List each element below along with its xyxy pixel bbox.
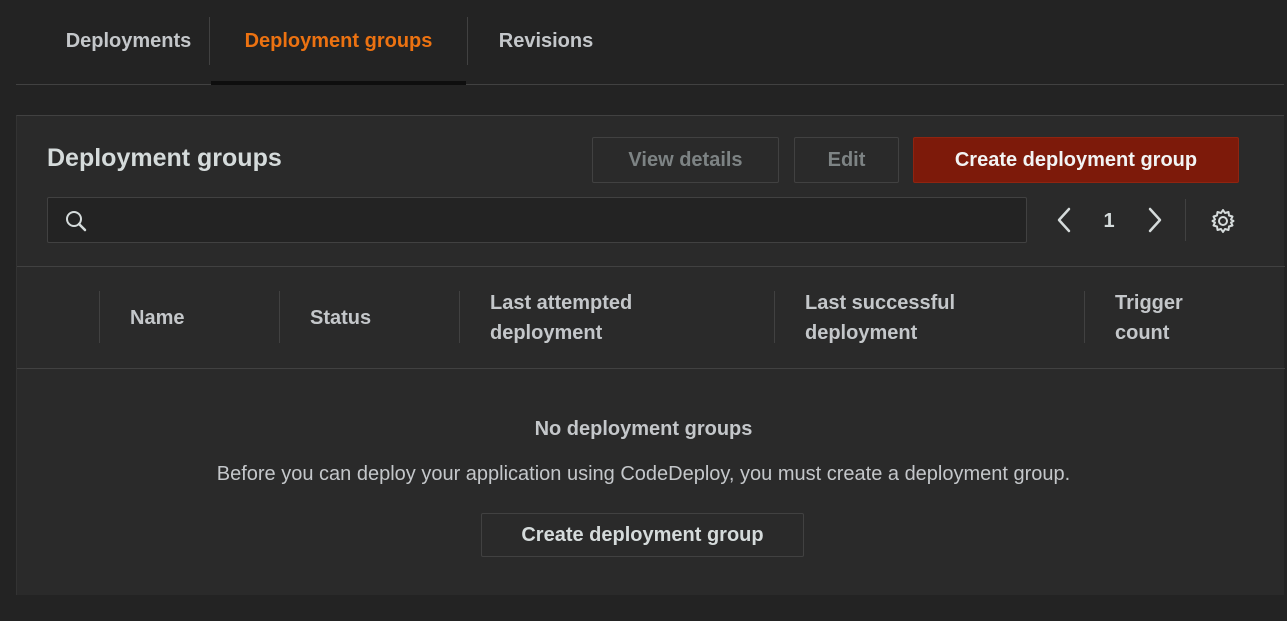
pager-divider — [1185, 199, 1186, 241]
create-deployment-group-button[interactable]: Create deployment group — [913, 137, 1239, 183]
column-divider — [774, 291, 775, 343]
column-divider — [459, 291, 460, 343]
search-input[interactable] — [47, 197, 1027, 243]
column-header-line: Last attempted — [490, 291, 633, 314]
next-page-button[interactable] — [1142, 205, 1166, 240]
panel-title: Deployment groups — [47, 144, 282, 172]
column-header-name[interactable]: Name — [130, 267, 184, 368]
empty-state-title: No deployment groups — [534, 418, 753, 440]
column-header-line: count — [1115, 321, 1170, 344]
deployment-groups-panel: Deployment groups View details Edit Crea… — [16, 115, 1285, 595]
column-header-status[interactable]: Status — [310, 267, 371, 368]
empty-state-create-button[interactable]: Create deployment group — [481, 513, 804, 557]
previous-page-button[interactable] — [1053, 205, 1077, 240]
tab-deployments[interactable]: Deployments — [32, 0, 225, 83]
view-details-button[interactable]: View details — [592, 137, 779, 183]
table-settings-button[interactable] — [1209, 207, 1237, 240]
tab-divider — [209, 17, 210, 65]
column-header-line: Trigger — [1115, 291, 1183, 314]
column-header-last-attempted-deployment[interactable]: Last attempted deployment — [490, 267, 750, 368]
empty-state-description: Before you can deploy your application u… — [216, 463, 1071, 485]
column-divider — [99, 291, 100, 343]
tab-bar: Deployments Deployment groups Revisions — [16, 0, 1284, 85]
current-page-number[interactable]: 1 — [1101, 210, 1117, 233]
edit-button[interactable]: Edit — [794, 137, 899, 183]
tab-label: Revisions — [498, 30, 594, 52]
column-header-last-successful-deployment[interactable]: Last successful deployment — [805, 267, 1065, 368]
column-divider — [1084, 291, 1085, 343]
tab-label: Deployment groups — [244, 30, 433, 52]
tab-revisions[interactable]: Revisions — [467, 0, 625, 83]
tab-label: Deployments — [65, 30, 192, 52]
chevron-left-icon — [1057, 207, 1071, 233]
column-header-trigger-count[interactable]: Trigger count — [1115, 267, 1275, 368]
chevron-right-icon — [1148, 207, 1162, 233]
column-header-line: deployment — [805, 321, 918, 344]
column-header-line: Last successful — [805, 291, 956, 314]
column-divider — [279, 291, 280, 343]
search-icon — [66, 211, 87, 232]
gear-icon — [1211, 209, 1235, 233]
column-header-line: deployment — [490, 321, 603, 344]
table-header: Name Status Last attempted deployment La… — [17, 266, 1285, 369]
tab-deployment-groups[interactable]: Deployment groups — [211, 0, 466, 85]
